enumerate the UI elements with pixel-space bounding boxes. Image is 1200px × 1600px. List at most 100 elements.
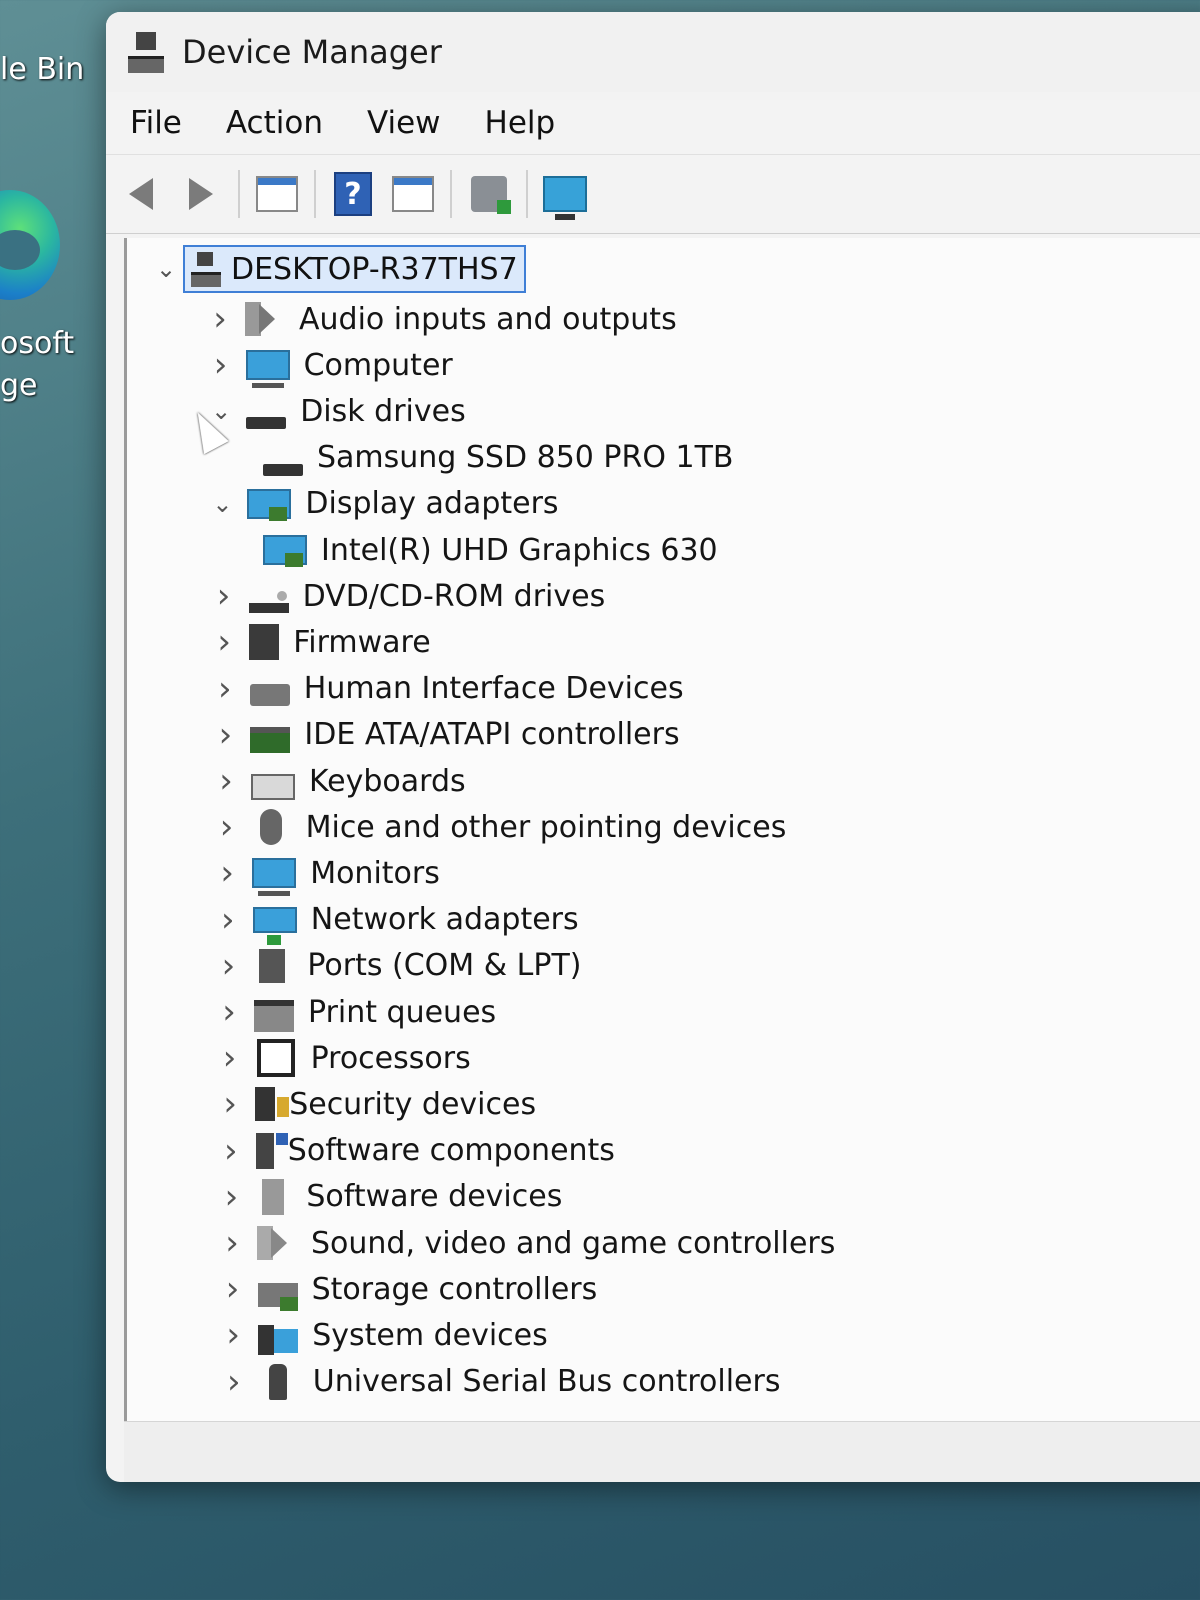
chevron-right-icon[interactable]: › <box>210 804 244 850</box>
chevron-right-icon[interactable]: › <box>216 1312 250 1358</box>
back-button[interactable] <box>118 171 164 217</box>
help-button[interactable]: ? <box>330 171 376 217</box>
chevron-right-icon[interactable]: › <box>207 573 241 619</box>
tree-category[interactable]: › Network adapters <box>211 897 579 945</box>
title-bar[interactable]: Device Manager <box>106 12 1200 92</box>
chevron-right-icon[interactable]: › <box>214 1174 248 1220</box>
edge-label-line2[interactable]: ge <box>0 368 38 403</box>
tree-category[interactable]: › Processors <box>213 1035 471 1081</box>
tree-category[interactable]: › Ports (COM & LPT) <box>211 943 582 989</box>
tree-item-label: Sound, video and game controllers <box>311 1225 836 1261</box>
tree-item-label: Disk drives <box>300 393 466 429</box>
menu-help[interactable]: Help <box>485 105 556 141</box>
edge-icon[interactable] <box>0 190 60 300</box>
tree-category[interactable]: › Software devices <box>214 1174 563 1220</box>
tree-item-label: Samsung SSD 850 PRO 1TB <box>317 440 734 476</box>
tree-category[interactable]: › Keyboards <box>209 758 465 804</box>
tree-item-label: Security devices <box>289 1086 537 1122</box>
port-icon <box>259 948 286 983</box>
chevron-right-icon[interactable]: › <box>211 943 245 989</box>
hid-icon <box>249 683 290 706</box>
tree-item-label: Mice and other pointing devices <box>305 809 787 845</box>
chevron-right-icon[interactable]: › <box>217 1359 251 1405</box>
tree-item-label: Audio inputs and outputs <box>299 301 677 337</box>
tree-category[interactable]: › Audio inputs and outputs <box>203 296 677 342</box>
tree-category[interactable]: › DVD/CD-ROM drives <box>207 573 605 619</box>
chevron-right-icon[interactable]: › <box>209 758 243 804</box>
tree-category[interactable]: › Print queues <box>212 989 496 1035</box>
tree-item-label: Print queues <box>308 994 497 1030</box>
tree-category[interactable]: ⌄ Disk drives <box>204 388 466 434</box>
chevron-right-icon[interactable]: › <box>212 989 246 1035</box>
sound-controller-icon <box>257 1226 297 1260</box>
chevron-right-icon[interactable]: › <box>213 1035 247 1081</box>
chevron-right-icon[interactable]: › <box>204 342 238 388</box>
scan-hardware-button[interactable] <box>542 171 588 220</box>
tree-child-item[interactable]: Intel(R) UHD Graphics 630 <box>255 527 718 573</box>
tree-item-label: Computer <box>303 347 453 383</box>
tree-category[interactable]: ⌄ Display adapters <box>205 481 558 527</box>
properties-button[interactable] <box>390 171 436 217</box>
tree-category[interactable]: › Firmware <box>207 619 431 665</box>
system-devices-icon <box>258 1325 299 1356</box>
tree-item-label: Intel(R) UHD Graphics 630 <box>321 532 718 568</box>
forward-button[interactable] <box>178 171 224 217</box>
edge-label-line1[interactable]: osoft <box>0 326 74 361</box>
storage-controller-icon <box>257 1283 298 1312</box>
menu-file[interactable]: File <box>130 105 182 141</box>
chevron-right-icon[interactable]: › <box>211 897 245 943</box>
chevron-right-icon[interactable]: › <box>207 619 241 665</box>
tree-child-item[interactable]: Samsung SSD 850 PRO 1TB <box>255 435 733 481</box>
tree-category[interactable]: › Mice and other pointing devices <box>210 804 787 850</box>
menu-bar: File Action View Help <box>106 92 1200 154</box>
help-icon: ? <box>334 172 372 216</box>
tree-category[interactable]: › Security devices <box>213 1081 536 1127</box>
monitor-icon <box>252 858 297 897</box>
chevron-right-icon[interactable]: › <box>208 666 242 712</box>
recycle-bin-label[interactable]: le Bin <box>0 52 84 87</box>
tree-category[interactable]: › Sound, video and game controllers <box>215 1220 835 1266</box>
tree-item-label: Firmware <box>293 624 431 660</box>
properties-icon <box>392 176 434 212</box>
root-node[interactable]: DESKTOP-R37THS7 <box>183 245 526 293</box>
tree-category[interactable]: › Human Interface Devices <box>208 666 684 712</box>
display-adapter-icon <box>247 488 292 521</box>
computer-icon <box>191 252 221 287</box>
tree-root[interactable]: ⌄ DESKTOP-R37THS7 <box>149 245 526 293</box>
display-adapter-icon <box>263 535 307 567</box>
chevron-right-icon[interactable]: › <box>214 1128 248 1174</box>
chevron-right-icon[interactable]: › <box>215 1220 249 1266</box>
chevron-right-icon[interactable]: › <box>208 712 242 758</box>
chevron-right-icon[interactable]: › <box>213 1081 247 1127</box>
device-tree[interactable]: ⌄ DESKTOP-R37THS7 › Audio inputs and outp… <box>124 238 1200 1422</box>
network-adapter-icon <box>252 906 297 945</box>
chevron-down-icon[interactable]: ⌄ <box>149 246 183 292</box>
tree-category[interactable]: › Monitors <box>210 850 440 897</box>
tree-category[interactable]: › Computer <box>204 342 453 389</box>
speaker-icon <box>245 302 285 336</box>
software-component-icon <box>255 1132 288 1169</box>
chevron-right-icon[interactable]: › <box>203 296 237 342</box>
monitor-icon <box>245 350 290 389</box>
chevron-right-icon[interactable]: › <box>210 850 244 896</box>
tree-category[interactable]: › Storage controllers <box>216 1266 597 1312</box>
tree-category[interactable]: › Universal Serial Bus controllers <box>217 1359 780 1405</box>
tree-category[interactable]: › IDE ATA/ATAPI controllers <box>208 712 680 758</box>
forward-arrow-icon <box>189 178 213 210</box>
toolbar-separator <box>238 170 240 218</box>
chevron-down-icon[interactable]: ⌄ <box>205 481 239 527</box>
chevron-right-icon[interactable]: › <box>216 1266 250 1312</box>
menu-view[interactable]: View <box>367 105 441 141</box>
tree-item-label: Display adapters <box>305 486 559 522</box>
back-arrow-icon <box>129 178 153 210</box>
tree-category[interactable]: › Software components <box>214 1128 615 1174</box>
update-driver-button[interactable] <box>466 171 512 217</box>
firmware-icon <box>249 624 280 661</box>
processor-icon <box>256 1039 295 1078</box>
tree-item-label: Human Interface Devices <box>303 671 684 707</box>
mouse-icon <box>259 809 282 846</box>
menu-action[interactable]: Action <box>226 105 323 141</box>
tree-category[interactable]: › System devices <box>216 1312 548 1358</box>
dvd-drive-icon <box>248 591 289 614</box>
show-hide-console-tree-button[interactable] <box>254 171 300 217</box>
